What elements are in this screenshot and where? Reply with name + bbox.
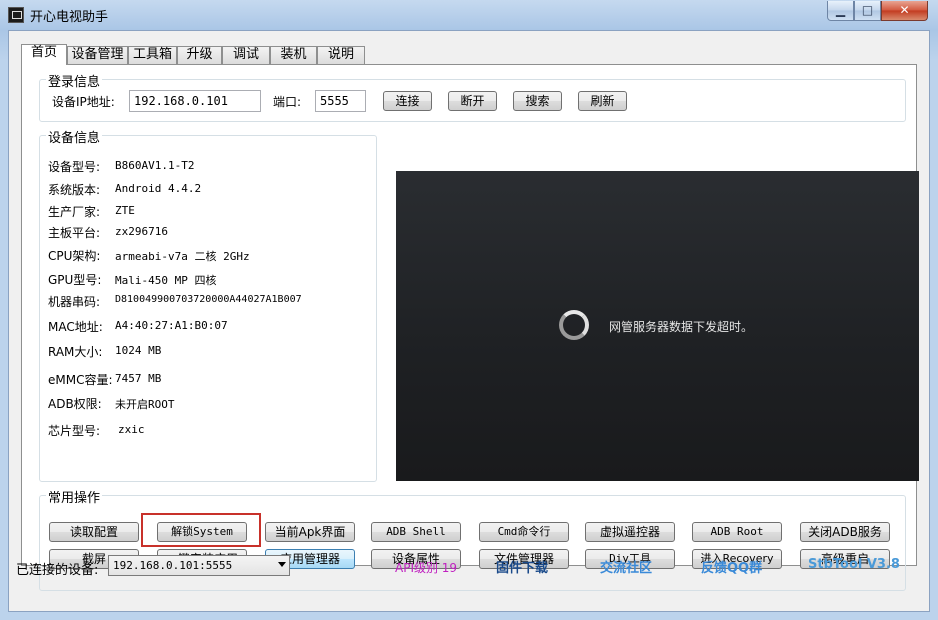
cmd-button[interactable]: Cmd命令行: [479, 522, 569, 542]
virtual-remote-button[interactable]: 虚拟遥控器: [585, 522, 675, 542]
search-button[interactable]: 搜索: [513, 91, 562, 111]
login-group-title: 登录信息: [46, 71, 103, 90]
close-icon: ✕: [899, 3, 910, 17]
info-label: 设备型号:: [48, 160, 101, 174]
window-title: 开心电视助手: [30, 10, 109, 25]
minimize-button[interactable]: ▁: [827, 1, 854, 21]
screen-message: 网管服务器数据下发超时。: [609, 320, 754, 334]
tab-device-management[interactable]: 设备管理: [67, 46, 128, 64]
app-window: 开心电视助手 ▁ □ ✕ 首页 设备管理 工具箱 升级 调试 装机 说明 登录信…: [0, 0, 938, 620]
info-value: Mali-450 MP 四核: [115, 274, 217, 287]
port-input[interactable]: 5555: [315, 90, 366, 112]
info-value: zxic: [118, 423, 145, 436]
refresh-button[interactable]: 刷新: [578, 91, 627, 111]
community-link[interactable]: 交流社区: [600, 557, 652, 576]
adb-shell-button[interactable]: ADB Shell: [371, 522, 461, 542]
minimize-icon: ▁: [835, 3, 846, 17]
info-value: B860AV1.1-T2: [115, 159, 195, 172]
disconnect-button[interactable]: 断开: [448, 91, 497, 111]
port-label: 端口:: [273, 95, 302, 109]
tab-upgrade[interactable]: 升级: [177, 46, 222, 64]
close-button[interactable]: ✕: [881, 1, 928, 21]
read-config-button[interactable]: 读取配置: [49, 522, 139, 542]
loading-spinner-icon: [559, 310, 589, 340]
info-label: 机器串码:: [48, 295, 101, 309]
operations-group-title: 常用操作: [46, 487, 103, 506]
info-label: ADB权限:: [48, 397, 102, 411]
info-label: 系统版本:: [48, 183, 101, 197]
info-value: 1024 MB: [115, 344, 162, 357]
home-tab-panel: 登录信息 设备IP地址: 192.168.0.101 端口: 5555 连接 断…: [21, 64, 919, 591]
current-apk-button[interactable]: 当前Apk界面: [265, 522, 355, 542]
ip-input[interactable]: 192.168.0.101: [129, 90, 261, 112]
info-label: GPU型号:: [48, 273, 102, 287]
api-level: API级别 19: [395, 561, 458, 575]
tab-help[interactable]: 说明: [317, 46, 365, 64]
info-value: D810049900703720000A44027A1B007: [115, 294, 302, 305]
info-label: RAM大小:: [48, 345, 103, 359]
connected-device-label: 已连接的设备:: [16, 563, 99, 578]
maximize-icon: □: [861, 3, 874, 17]
close-adb-button[interactable]: 关闭ADB服务: [800, 522, 890, 542]
highlight-box: [141, 513, 261, 547]
info-value: 未开启ROOT: [115, 398, 175, 411]
ip-label: 设备IP地址:: [52, 95, 115, 109]
feedback-qq-link[interactable]: 反馈QQ群: [701, 557, 762, 576]
info-label: 生产厂家:: [48, 205, 101, 219]
device-info-group-title: 设备信息: [46, 127, 103, 146]
info-label: 芯片型号:: [48, 424, 101, 438]
maximize-button[interactable]: □: [854, 1, 881, 21]
version-link[interactable]: StbTool V3.8: [808, 557, 900, 572]
info-label: CPU架构:: [48, 249, 101, 263]
login-group: 登录信息 设备IP地址: 192.168.0.101 端口: 5555 连接 断…: [39, 71, 906, 122]
tab-install[interactable]: 装机: [270, 46, 317, 64]
info-value: 7457 MB: [115, 372, 162, 385]
app-icon: [8, 7, 24, 23]
firmware-download-link[interactable]: 固件下载: [496, 557, 548, 576]
info-value: ZTE: [115, 204, 135, 217]
info-value: zx296716: [115, 225, 168, 238]
tv-screen-preview[interactable]: 网管服务器数据下发超时。: [396, 171, 919, 481]
info-value: armeabi-v7a 二核 2GHz: [115, 250, 250, 263]
info-value: A4:40:27:A1:B0:07: [115, 319, 228, 332]
info-label: eMMC容量:: [48, 373, 113, 387]
tab-debug[interactable]: 调试: [222, 46, 270, 64]
connected-device-select[interactable]: 192.168.0.101:5555: [108, 555, 290, 576]
connect-button[interactable]: 连接: [383, 91, 432, 111]
tab-toolbox[interactable]: 工具箱: [128, 46, 177, 64]
info-label: 主板平台:: [48, 226, 101, 240]
chevron-down-icon: [278, 562, 286, 567]
device-info-group: 设备信息 设备型号: B860AV1.1-T2 系统版本: Android 4.…: [39, 127, 377, 482]
tab-home[interactable]: 首页: [21, 44, 67, 65]
connected-device-value: 192.168.0.101:5555: [113, 559, 233, 572]
adb-root-button[interactable]: ADB Root: [692, 522, 782, 542]
title-bar[interactable]: 开心电视助手 ▁ □ ✕: [0, 0, 938, 30]
info-value: Android 4.4.2: [115, 182, 202, 195]
info-label: MAC地址:: [48, 320, 103, 334]
